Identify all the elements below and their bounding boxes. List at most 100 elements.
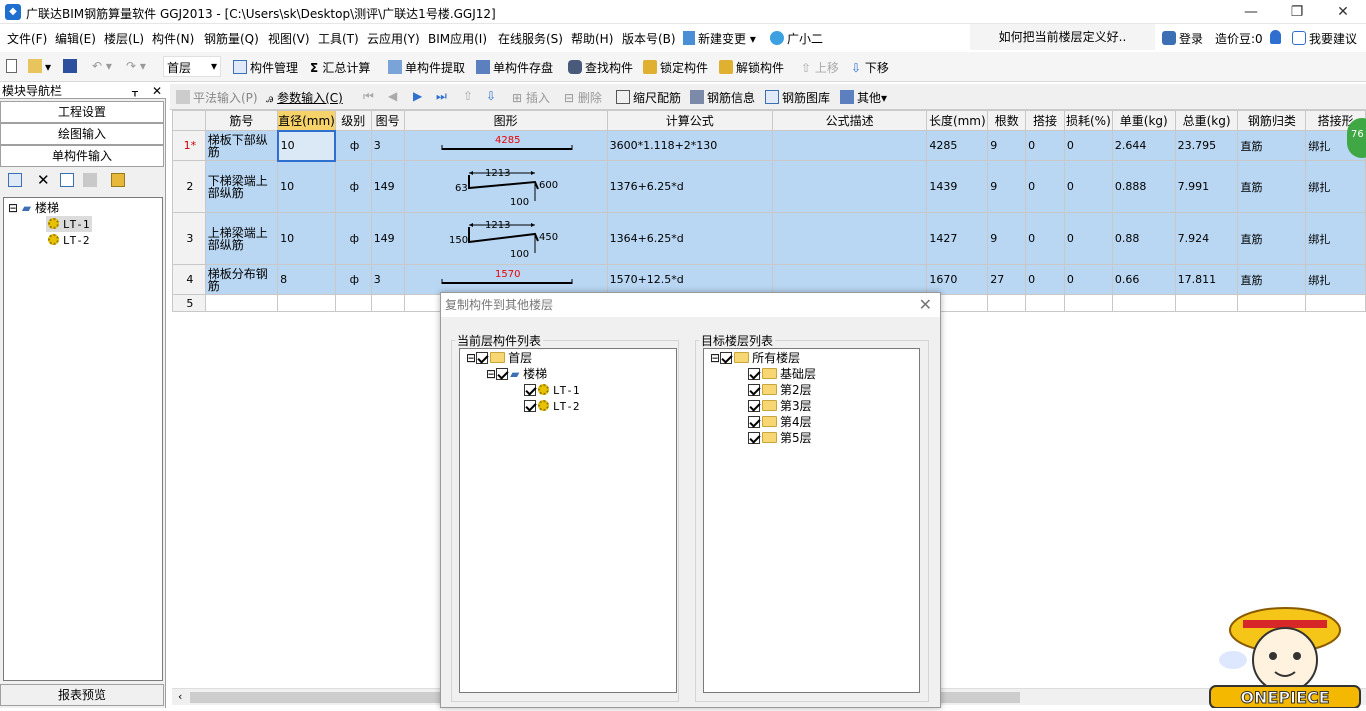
copy-icon[interactable]	[60, 173, 77, 188]
checkbox-checked-icon[interactable]	[748, 400, 760, 412]
cell-grade[interactable]	[334, 294, 372, 312]
cell-unit-weight[interactable]: 0.88	[1111, 212, 1176, 265]
col-header[interactable]: 筋号	[204, 110, 279, 131]
cell-desc[interactable]	[771, 130, 928, 161]
col-header[interactable]: 直径(mm)	[277, 110, 336, 131]
tree-node-lt2[interactable]: LT-2	[46, 232, 92, 248]
cell-lap-form[interactable]: 绑扎	[1305, 264, 1366, 295]
first-record-icon[interactable]: ⏮	[363, 89, 374, 104]
cell-unit-weight[interactable]	[1111, 294, 1176, 312]
cell-desc[interactable]	[771, 212, 928, 265]
row-number[interactable]: 2	[172, 160, 206, 213]
cell-length[interactable]: 1427	[926, 212, 989, 265]
checkbox-checked-icon[interactable]	[748, 416, 760, 428]
cell-desc[interactable]	[771, 160, 928, 213]
tree-node-floor[interactable]: 第4层	[748, 414, 812, 430]
cell-total-weight[interactable]: 7.991	[1174, 160, 1239, 213]
cell-unit-weight[interactable]: 2.644	[1111, 130, 1176, 161]
cell-total-weight[interactable]: 7.924	[1174, 212, 1239, 265]
notification-badge[interactable]: 76	[1347, 118, 1366, 158]
cell-diameter[interactable]: 10	[276, 129, 337, 162]
cell-count[interactable]	[987, 294, 1027, 312]
table-row[interactable]: 1* 梯板下部纵筋 10 ф 3 4285 3600*1.118+2*130 4…	[172, 129, 1366, 162]
cell-loss[interactable]: 0	[1063, 130, 1113, 161]
cell-name[interactable]: 上梯梁端上部纵筋	[204, 212, 279, 265]
row-down-icon[interactable]: ⇩	[486, 89, 496, 103]
project-settings-button[interactable]: 工程设置	[0, 101, 164, 123]
rebar-library-button[interactable]: 钢筋图库	[765, 89, 830, 106]
cell-formula[interactable]: 1364+6.25*d	[606, 212, 773, 265]
single-input-button[interactable]: 单构件输入	[0, 145, 164, 167]
menu-edit[interactable]: 编辑(E)	[55, 30, 96, 47]
menu-online[interactable]: 在线服务(S)	[498, 30, 563, 47]
cell-shape[interactable]: 1570	[403, 264, 608, 295]
menu-cloud[interactable]: 云应用(Y)	[367, 30, 420, 47]
cell-figure[interactable]	[370, 294, 405, 312]
menu-tools[interactable]: 工具(T)	[318, 30, 359, 47]
login-link[interactable]: 登录	[1162, 30, 1203, 47]
cell-name[interactable]: 梯板下部纵筋	[204, 130, 279, 161]
cell-total-weight[interactable]	[1174, 294, 1239, 312]
restore-button[interactable]: ❐	[1274, 0, 1320, 24]
lock-component-button[interactable]: 锁定构件	[643, 59, 708, 76]
nav-close-icon[interactable]: ✕	[152, 83, 162, 99]
insert-button[interactable]: ⊞ 插入	[512, 89, 550, 106]
tree-node-stairs[interactable]: ⊟ ▰ 楼梯	[8, 200, 59, 216]
cell-shape[interactable]: 1213 150 450 100	[403, 212, 608, 265]
cell-total-weight[interactable]: 17.811	[1174, 264, 1239, 295]
cell-figure[interactable]: 149	[370, 212, 405, 265]
cell-diameter[interactable]	[277, 294, 336, 312]
col-header[interactable]: 总重(kg)	[1174, 110, 1239, 131]
row-number[interactable]: 4	[172, 264, 206, 295]
cell-length[interactable]: 4285	[926, 130, 989, 161]
col-header[interactable]: 图号	[370, 110, 405, 131]
tree-node-floor[interactable]: 第2层	[748, 382, 812, 398]
checkbox-checked-icon[interactable]	[524, 400, 536, 412]
cell-category[interactable]: 直筋	[1237, 212, 1307, 265]
table-row[interactable]: 2 下梯梁端上部纵筋 10 ф 149 1213 63 600 100 1376…	[172, 160, 1366, 213]
cell-loss[interactable]	[1063, 294, 1113, 312]
scroll-left-icon[interactable]: ‹	[178, 690, 182, 703]
open-folder-icon[interactable]: ▾	[28, 59, 51, 74]
col-header[interactable]: 长度(mm)	[926, 110, 989, 131]
col-header[interactable]: 图形	[403, 110, 608, 131]
menu-help[interactable]: 帮助(H)	[571, 30, 613, 47]
cell-unit-weight[interactable]: 0.888	[1111, 160, 1176, 213]
checkbox-checked-icon[interactable]	[720, 352, 733, 364]
cell-figure[interactable]: 3	[370, 130, 405, 161]
menu-view[interactable]: 视图(V)	[268, 30, 310, 47]
col-header[interactable]: 级别	[334, 110, 372, 131]
bell-icon[interactable]	[1270, 30, 1284, 45]
menu-floor[interactable]: 楼层(L)	[104, 30, 144, 47]
single-save-button[interactable]: 单构件存盘	[476, 59, 553, 76]
cell-grade[interactable]: ф	[334, 160, 372, 213]
cell-diameter[interactable]: 10	[277, 212, 336, 265]
paste-icon[interactable]	[83, 173, 100, 188]
col-header[interactable]: 损耗(%)	[1063, 110, 1113, 131]
tree-node-lt2[interactable]: LT-2	[524, 398, 580, 414]
cell-lap[interactable]: 0	[1025, 212, 1065, 265]
single-extract-button[interactable]: 单构件提取	[388, 59, 465, 76]
cell-shape[interactable]: 4285	[403, 130, 608, 161]
cell-loss[interactable]: 0	[1063, 212, 1113, 265]
col-header[interactable]: 根数	[987, 110, 1027, 131]
menu-component[interactable]: 构件(N)	[152, 30, 194, 47]
mascot-assistant[interactable]: ONEPIECE	[1205, 590, 1365, 709]
menu-bim[interactable]: BIM应用(I)	[428, 30, 487, 47]
menu-file[interactable]: 文件(F)	[7, 30, 47, 47]
cell-category[interactable]: 直筋	[1237, 264, 1307, 295]
cell-figure[interactable]: 149	[370, 160, 405, 213]
suggest-link[interactable]: 我要建议	[1292, 30, 1357, 47]
sum-calc-button[interactable]: Σ 汇总计算	[310, 59, 370, 76]
redo-icon[interactable]: ↷ ▾	[126, 59, 146, 73]
cell-name[interactable]: 下梯梁端上部纵筋	[204, 160, 279, 213]
cell-total-weight[interactable]: 23.795	[1174, 130, 1239, 161]
row-number[interactable]: 5	[172, 294, 206, 312]
cell-lap-form[interactable]: 绑扎	[1305, 212, 1366, 265]
scale-rebar-button[interactable]: 缩尺配筋	[616, 89, 681, 106]
save-icon[interactable]	[63, 59, 80, 74]
cell-lap-form[interactable]	[1305, 294, 1366, 312]
col-header[interactable]: 单重(kg)	[1111, 110, 1176, 131]
cell-count[interactable]: 27	[987, 264, 1027, 295]
rebar-info-button[interactable]: 钢筋信息	[690, 89, 755, 106]
